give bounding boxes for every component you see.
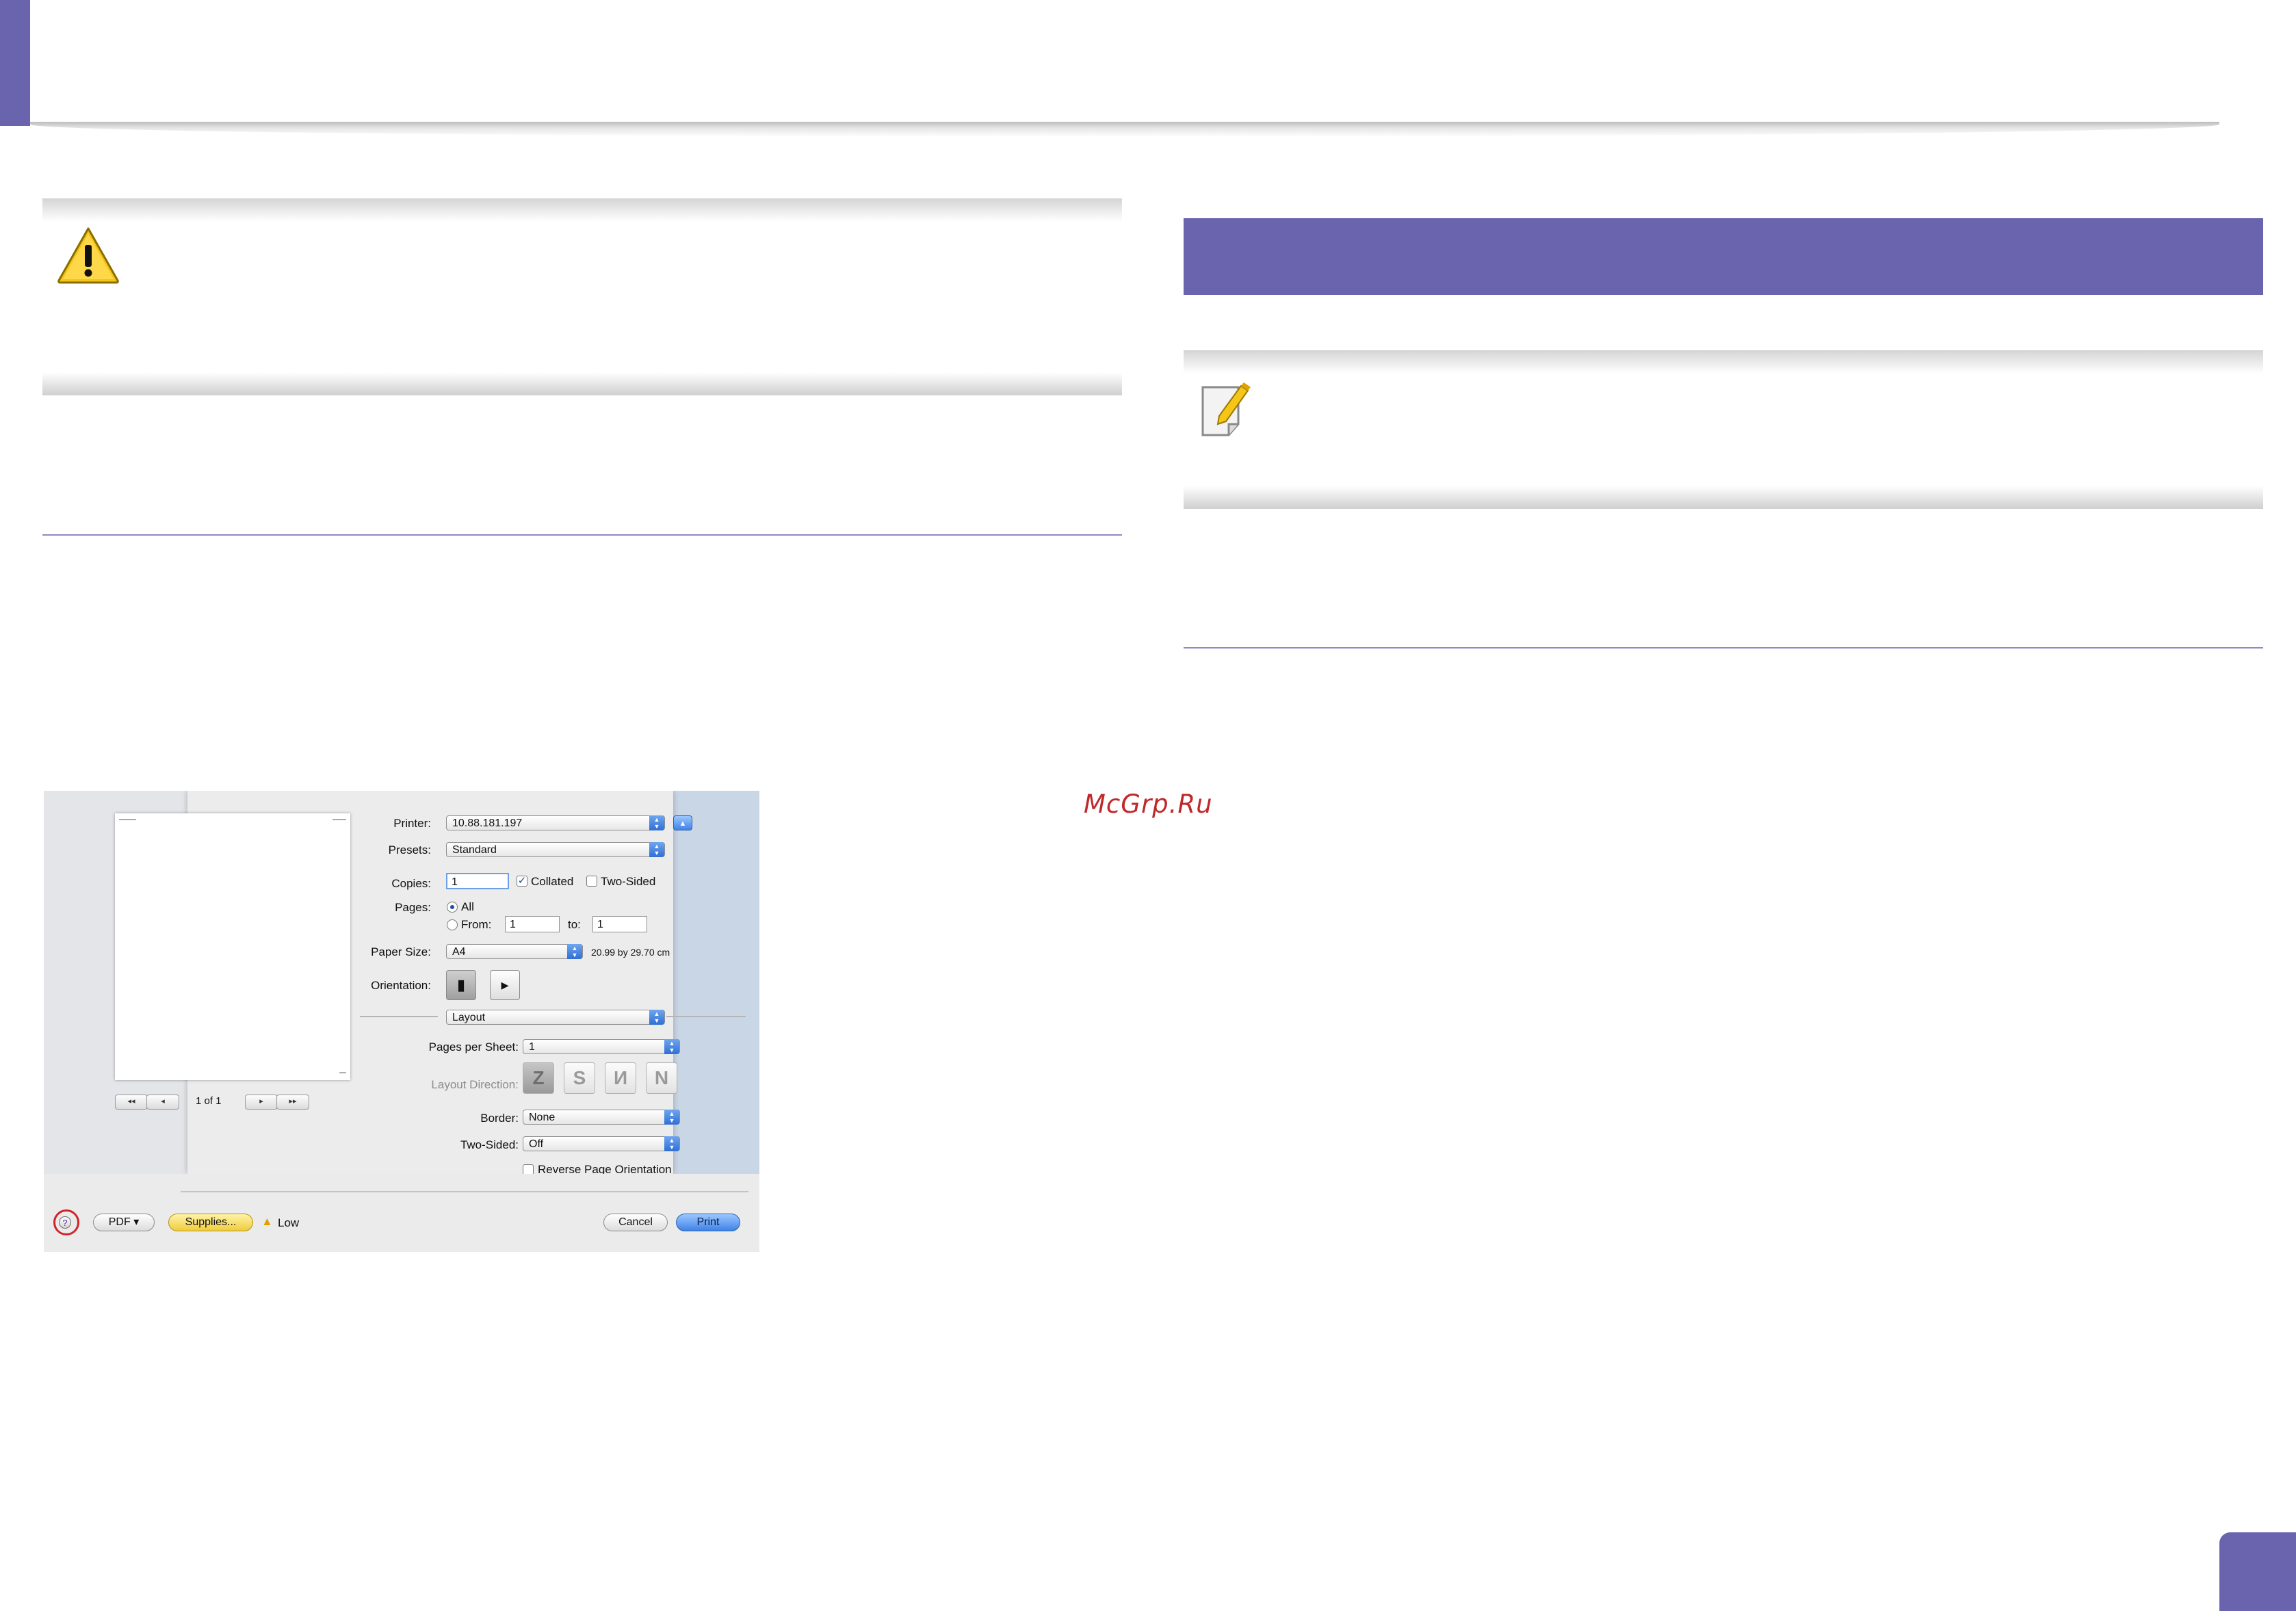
preview-first-button[interactable]: ◂◂ <box>115 1095 148 1110</box>
print-section-popup[interactable]: Layout ▲ ▼ <box>446 1010 665 1025</box>
checkmark-icon: ✓ <box>517 875 527 887</box>
caution-box-bottom-bar <box>42 372 1122 395</box>
copies-field[interactable]: 1 <box>446 873 509 889</box>
two-sided-checkbox[interactable] <box>586 876 597 887</box>
supplies-button[interactable]: Supplies... <box>168 1214 253 1231</box>
collapse-details-button[interactable]: ▲ <box>673 815 692 830</box>
popup-arrows-icon: ▲ ▼ <box>649 842 664 857</box>
note-icon <box>1201 382 1251 436</box>
section-popup-value: Layout <box>452 1012 486 1023</box>
paper-size-label: Paper Size: <box>371 945 431 958</box>
section-separator-left <box>360 1016 438 1017</box>
section-divider-right <box>1184 647 2263 649</box>
layout-direction-n-button[interactable]: N <box>646 1062 677 1094</box>
paper-size-popup[interactable]: A4 ▲ ▼ <box>446 944 583 959</box>
print-button[interactable]: Print <box>676 1214 740 1231</box>
layout-direction-s-button[interactable]: S <box>564 1062 595 1094</box>
printer-label: Printer: <box>393 817 431 830</box>
orientation-label: Orientation: <box>371 979 431 992</box>
dialog-backdrop-right <box>673 791 759 1174</box>
collated-checkbox[interactable]: ✓ <box>517 876 527 887</box>
border-value: None <box>529 1112 556 1123</box>
collated-label: Collated <box>531 875 574 888</box>
pages-from-field[interactable]: 1 <box>505 916 560 932</box>
preview-next-button[interactable]: ▸ <box>245 1095 278 1110</box>
caution-box-top-bar <box>42 198 1122 222</box>
section-header-bar <box>1184 218 2263 295</box>
two-sided-checkbox-label: Two-Sided <box>601 875 656 888</box>
note-box-bottom-bar <box>1184 486 2263 509</box>
print-dialog-screenshot: ▬▬▬▬▬ ▬▬▬▬ ▬▬ ◂◂ ◂ 1 of 1 ▸ ▸▸ Printer: … <box>44 791 759 1252</box>
section-separator-right <box>666 1016 746 1017</box>
help-highlight-circle <box>53 1209 79 1235</box>
pages-from-label: From: <box>461 918 492 931</box>
page-number-tab <box>2219 1532 2296 1611</box>
note-box <box>1184 350 2263 509</box>
pages-label: Pages: <box>395 901 431 914</box>
preview-footer: ▬▬ <box>339 1071 346 1075</box>
pages-per-sheet-value: 1 <box>529 1041 535 1053</box>
note-box-top-bar <box>1184 350 2263 374</box>
paper-size-dimensions: 20.99 by 29.70 cm <box>591 947 670 958</box>
border-label: Border: <box>480 1112 519 1125</box>
popup-arrows-icon: ▲ ▼ <box>664 1039 679 1054</box>
pages-per-sheet-label: Pages per Sheet: <box>428 1040 519 1053</box>
two-sided-label: Two-Sided: <box>460 1138 519 1151</box>
landscape-orientation-button[interactable]: ▸ <box>490 970 520 1000</box>
section-divider-left <box>42 534 1122 536</box>
popup-arrows-icon: ▲ ▼ <box>567 944 582 959</box>
printer-value: 10.88.181.197 <box>452 817 523 829</box>
layout-direction-label: Layout Direction: <box>431 1078 519 1091</box>
pages-to-field[interactable]: 1 <box>592 916 647 932</box>
two-sided-value: Off <box>529 1138 544 1150</box>
caution-icon <box>57 227 119 284</box>
two-sided-popup[interactable]: Off ▲ ▼ <box>523 1136 680 1151</box>
preview-prev-button[interactable]: ◂ <box>146 1095 179 1110</box>
preview-header-left: ▬▬▬▬▬ <box>119 817 136 822</box>
preview-page-count: 1 of 1 <box>196 1095 222 1107</box>
presets-value: Standard <box>452 844 497 856</box>
collapse-triangle-icon: ▲ <box>679 820 687 828</box>
pages-to-label: to: <box>568 918 581 931</box>
presets-label: Presets: <box>388 843 431 856</box>
preview-last-button[interactable]: ▸▸ <box>276 1095 309 1110</box>
presets-popup[interactable]: Standard ▲ ▼ <box>446 842 665 857</box>
border-popup[interactable]: None ▲ ▼ <box>523 1110 680 1125</box>
popup-arrows-icon: ▲ ▼ <box>664 1110 679 1125</box>
caution-box <box>42 198 1122 395</box>
landscape-icon: ▸ <box>501 976 509 993</box>
pages-all-radio[interactable] <box>447 902 458 913</box>
printer-popup[interactable]: 10.88.181.197 ▲ ▼ <box>446 815 665 830</box>
portrait-icon: ▮ <box>456 976 466 993</box>
watermark: McGrp.Ru <box>1084 789 1213 819</box>
pdf-menu-button[interactable]: PDF ▾ <box>93 1214 155 1231</box>
dialog-bottom-bar <box>44 1174 759 1252</box>
supply-status-text: Low <box>278 1216 300 1229</box>
print-preview-page: ▬▬▬▬▬ ▬▬▬▬ ▬▬ <box>115 813 350 1080</box>
layout-direction-n-reverse-button[interactable]: И <box>605 1062 636 1094</box>
dialog-bottom-divider <box>181 1191 748 1192</box>
cancel-button[interactable]: Cancel <box>603 1214 668 1231</box>
layout-direction-z-button[interactable]: Z <box>523 1062 554 1094</box>
pages-per-sheet-popup[interactable]: 1 ▲ ▼ <box>523 1039 680 1054</box>
pages-all-label: All <box>461 900 474 913</box>
popup-arrows-icon: ▲ ▼ <box>664 1136 679 1151</box>
popup-arrows-icon: ▲ ▼ <box>649 815 664 830</box>
paper-size-value: A4 <box>452 946 466 958</box>
header-divider <box>30 122 2219 137</box>
popup-arrows-icon: ▲ ▼ <box>649 1010 664 1025</box>
pages-range-radio[interactable] <box>447 919 458 930</box>
copies-label: Copies: <box>391 877 431 890</box>
preview-header-right: ▬▬▬▬ <box>332 817 346 822</box>
top-accent-bar <box>0 0 30 126</box>
portrait-orientation-button[interactable]: ▮ <box>446 970 476 1000</box>
supply-warning-icon: ▲ <box>261 1215 273 1228</box>
